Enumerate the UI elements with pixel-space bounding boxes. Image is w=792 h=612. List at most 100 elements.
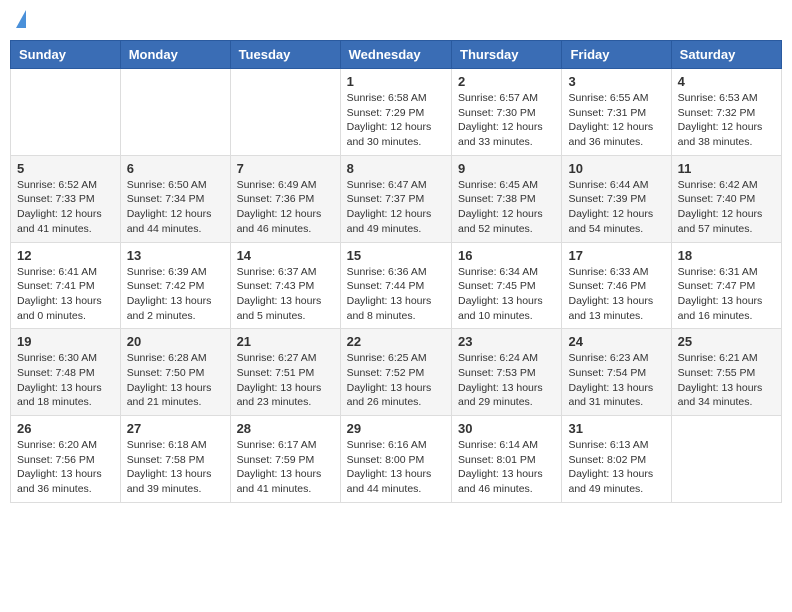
- calendar-cell: 5Sunrise: 6:52 AM Sunset: 7:33 PM Daylig…: [11, 155, 121, 242]
- day-info: Sunrise: 6:45 AM Sunset: 7:38 PM Dayligh…: [458, 178, 555, 237]
- day-number: 2: [458, 74, 555, 89]
- calendar-week-row: 1Sunrise: 6:58 AM Sunset: 7:29 PM Daylig…: [11, 69, 782, 156]
- calendar-header-sunday: Sunday: [11, 41, 121, 69]
- day-info: Sunrise: 6:17 AM Sunset: 7:59 PM Dayligh…: [237, 438, 334, 497]
- day-info: Sunrise: 6:42 AM Sunset: 7:40 PM Dayligh…: [678, 178, 775, 237]
- day-number: 3: [568, 74, 664, 89]
- day-info: Sunrise: 6:47 AM Sunset: 7:37 PM Dayligh…: [347, 178, 445, 237]
- calendar-cell: 20Sunrise: 6:28 AM Sunset: 7:50 PM Dayli…: [120, 329, 230, 416]
- calendar-week-row: 5Sunrise: 6:52 AM Sunset: 7:33 PM Daylig…: [11, 155, 782, 242]
- calendar-cell: 24 Sunrise: 6:23 AM Sunset: 7:54 PM Dayli…: [562, 329, 671, 416]
- day-number: 15: [347, 248, 445, 263]
- day-number: 30: [458, 421, 555, 436]
- calendar-cell: 9Sunrise: 6:45 AM Sunset: 7:38 PM Daylig…: [452, 155, 562, 242]
- calendar-cell: 19Sunrise: 6:30 AM Sunset: 7:48 PM Dayli…: [11, 329, 121, 416]
- calendar-cell: [120, 69, 230, 156]
- day-info: Sunrise: 6:39 AM Sunset: 7:42 PM Dayligh…: [127, 265, 224, 324]
- calendar-cell: 30 Sunrise: 6:14 AM Sunset: 8:01 PM Dayli…: [452, 416, 562, 503]
- calendar-cell: [11, 69, 121, 156]
- calendar-cell: 13 Sunrise: 6:39 AM Sunset: 7:42 PM Dayli…: [120, 242, 230, 329]
- calendar-cell: 6 Sunrise: 6:50 AM Sunset: 7:34 PM Daylig…: [120, 155, 230, 242]
- calendar-cell: 14 Sunrise: 6:37 AM Sunset: 7:43 PM Dayli…: [230, 242, 340, 329]
- day-info: Sunrise: 6:31 AM Sunset: 7:47 PM Dayligh…: [678, 265, 775, 324]
- calendar-cell: 18 Sunrise: 6:31 AM Sunset: 7:47 PM Dayli…: [671, 242, 781, 329]
- day-number: 6: [127, 161, 224, 176]
- calendar-cell: 4 Sunrise: 6:53 AM Sunset: 7:32 PM Daylig…: [671, 69, 781, 156]
- day-info: Sunrise: 6:24 AM Sunset: 7:53 PM Dayligh…: [458, 351, 555, 410]
- calendar-cell: 17Sunrise: 6:33 AM Sunset: 7:46 PM Dayli…: [562, 242, 671, 329]
- page-header: [10, 10, 782, 32]
- day-number: 18: [678, 248, 775, 263]
- day-info: Sunrise: 6:30 AM Sunset: 7:48 PM Dayligh…: [17, 351, 114, 410]
- calendar-week-row: 26Sunrise: 6:20 AM Sunset: 7:56 PM Dayli…: [11, 416, 782, 503]
- calendar-table: SundayMondayTuesdayWednesdayThursdayFrid…: [10, 40, 782, 503]
- calendar-cell: 29 Sunrise: 6:16 AM Sunset: 8:00 PM Dayli…: [340, 416, 451, 503]
- day-number: 10: [568, 161, 664, 176]
- day-number: 25: [678, 334, 775, 349]
- calendar-week-row: 12 Sunrise: 6:41 AM Sunset: 7:41 PM Dayli…: [11, 242, 782, 329]
- day-number: 11: [678, 161, 775, 176]
- day-number: 1: [347, 74, 445, 89]
- day-number: 22: [347, 334, 445, 349]
- day-info: Sunrise: 6:23 AM Sunset: 7:54 PM Dayligh…: [568, 351, 664, 410]
- day-info: Sunrise: 6:37 AM Sunset: 7:43 PM Dayligh…: [237, 265, 334, 324]
- calendar-cell: 3 Sunrise: 6:55 AM Sunset: 7:31 PM Daylig…: [562, 69, 671, 156]
- calendar-cell: [230, 69, 340, 156]
- calendar-cell: 27Sunrise: 6:18 AM Sunset: 7:58 PM Dayli…: [120, 416, 230, 503]
- day-info: Sunrise: 6:41 AM Sunset: 7:41 PM Dayligh…: [17, 265, 114, 324]
- day-info: Sunrise: 6:44 AM Sunset: 7:39 PM Dayligh…: [568, 178, 664, 237]
- logo: [14, 10, 26, 32]
- calendar-cell: 26Sunrise: 6:20 AM Sunset: 7:56 PM Dayli…: [11, 416, 121, 503]
- day-number: 14: [237, 248, 334, 263]
- calendar-cell: 22 Sunrise: 6:25 AM Sunset: 7:52 PM Dayli…: [340, 329, 451, 416]
- calendar-header-row: SundayMondayTuesdayWednesdayThursdayFrid…: [11, 41, 782, 69]
- day-info: Sunrise: 6:50 AM Sunset: 7:34 PM Dayligh…: [127, 178, 224, 237]
- logo-triangle-icon: [16, 10, 26, 28]
- day-number: 28: [237, 421, 334, 436]
- day-number: 29: [347, 421, 445, 436]
- day-number: 27: [127, 421, 224, 436]
- day-info: Sunrise: 6:36 AM Sunset: 7:44 PM Dayligh…: [347, 265, 445, 324]
- day-info: Sunrise: 6:34 AM Sunset: 7:45 PM Dayligh…: [458, 265, 555, 324]
- day-info: Sunrise: 6:53 AM Sunset: 7:32 PM Dayligh…: [678, 91, 775, 150]
- day-info: Sunrise: 6:14 AM Sunset: 8:01 PM Dayligh…: [458, 438, 555, 497]
- day-number: 17: [568, 248, 664, 263]
- calendar-week-row: 19Sunrise: 6:30 AM Sunset: 7:48 PM Dayli…: [11, 329, 782, 416]
- calendar-cell: 15 Sunrise: 6:36 AM Sunset: 7:44 PM Dayli…: [340, 242, 451, 329]
- calendar-cell: 31Sunrise: 6:13 AM Sunset: 8:02 PM Dayli…: [562, 416, 671, 503]
- day-info: Sunrise: 6:16 AM Sunset: 8:00 PM Dayligh…: [347, 438, 445, 497]
- day-number: 8: [347, 161, 445, 176]
- calendar-cell: 11 Sunrise: 6:42 AM Sunset: 7:40 PM Dayli…: [671, 155, 781, 242]
- calendar-cell: 21Sunrise: 6:27 AM Sunset: 7:51 PM Dayli…: [230, 329, 340, 416]
- calendar-cell: 16 Sunrise: 6:34 AM Sunset: 7:45 PM Dayli…: [452, 242, 562, 329]
- day-number: 21: [237, 334, 334, 349]
- day-info: Sunrise: 6:57 AM Sunset: 7:30 PM Dayligh…: [458, 91, 555, 150]
- day-info: Sunrise: 6:21 AM Sunset: 7:55 PM Dayligh…: [678, 351, 775, 410]
- calendar-cell: 2 Sunrise: 6:57 AM Sunset: 7:30 PM Daylig…: [452, 69, 562, 156]
- day-number: 7: [237, 161, 334, 176]
- calendar-header-tuesday: Tuesday: [230, 41, 340, 69]
- calendar-cell: 10 Sunrise: 6:44 AM Sunset: 7:39 PM Dayli…: [562, 155, 671, 242]
- calendar-cell: 28 Sunrise: 6:17 AM Sunset: 7:59 PM Dayli…: [230, 416, 340, 503]
- day-info: Sunrise: 6:55 AM Sunset: 7:31 PM Dayligh…: [568, 91, 664, 150]
- calendar-cell: 25 Sunrise: 6:21 AM Sunset: 7:55 PM Dayli…: [671, 329, 781, 416]
- day-info: Sunrise: 6:49 AM Sunset: 7:36 PM Dayligh…: [237, 178, 334, 237]
- calendar-header-wednesday: Wednesday: [340, 41, 451, 69]
- day-info: Sunrise: 6:25 AM Sunset: 7:52 PM Dayligh…: [347, 351, 445, 410]
- day-number: 23: [458, 334, 555, 349]
- day-info: Sunrise: 6:20 AM Sunset: 7:56 PM Dayligh…: [17, 438, 114, 497]
- calendar-header-monday: Monday: [120, 41, 230, 69]
- calendar-cell: 23 Sunrise: 6:24 AM Sunset: 7:53 PM Dayli…: [452, 329, 562, 416]
- day-number: 4: [678, 74, 775, 89]
- day-number: 5: [17, 161, 114, 176]
- calendar-cell: 1Sunrise: 6:58 AM Sunset: 7:29 PM Daylig…: [340, 69, 451, 156]
- day-number: 31: [568, 421, 664, 436]
- day-number: 24: [568, 334, 664, 349]
- day-info: Sunrise: 6:28 AM Sunset: 7:50 PM Dayligh…: [127, 351, 224, 410]
- calendar-header-thursday: Thursday: [452, 41, 562, 69]
- day-number: 12: [17, 248, 114, 263]
- calendar-header-saturday: Saturday: [671, 41, 781, 69]
- day-number: 13: [127, 248, 224, 263]
- day-number: 16: [458, 248, 555, 263]
- calendar-header-friday: Friday: [562, 41, 671, 69]
